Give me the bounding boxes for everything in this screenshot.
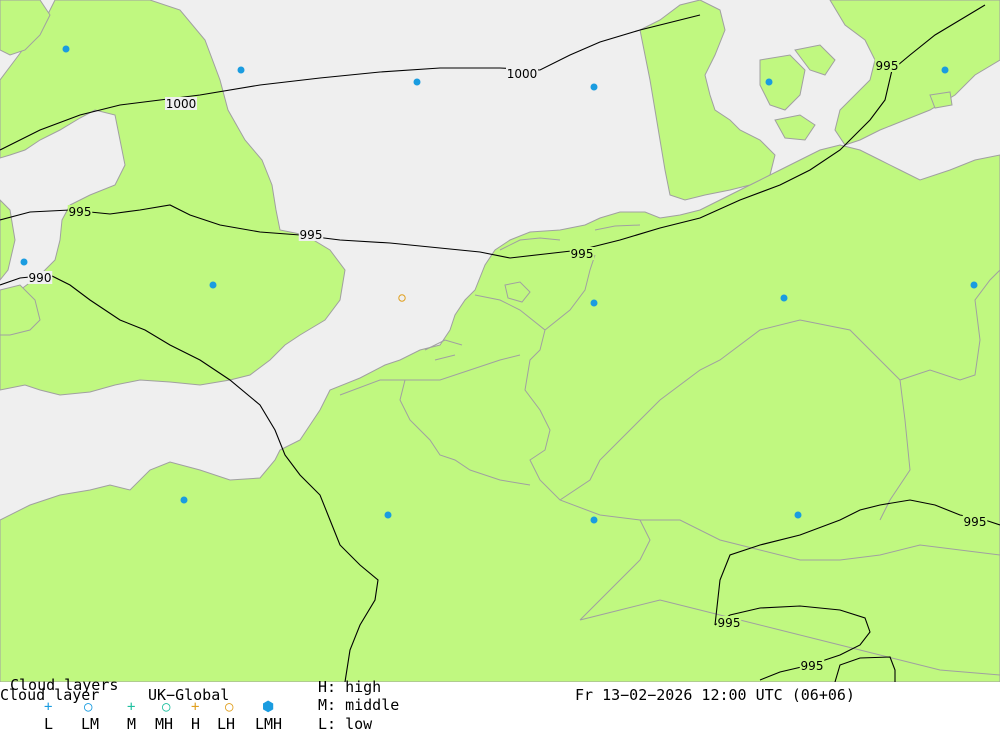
map-canvas: 1000 1000 995 995 995 990 995 995 995 995 (0, 0, 1000, 682)
legend-symbol-label: H (191, 715, 201, 733)
isobar-label: 995 (876, 59, 899, 73)
lmh-marker (765, 78, 773, 86)
legend-symbol-icon: ○ (84, 699, 93, 715)
isobar-label: 995 (571, 247, 594, 261)
lmh-marker (413, 78, 421, 86)
lmh-marker (237, 66, 245, 74)
lmh-marker (590, 299, 598, 307)
key-low: L: low (318, 715, 373, 733)
legend-symbol-label: LMH (255, 715, 283, 733)
legend-symbol-icon: + (127, 699, 136, 715)
lmh-marker (941, 66, 949, 74)
lmh-marker (20, 258, 28, 266)
lmh-marker (780, 294, 788, 302)
isobar-label: 995 (300, 228, 323, 242)
key-high: H: high (318, 678, 382, 696)
valid-time: Fr 13−02−2026 12:00 UTC (06+06) (575, 686, 855, 704)
lmh-marker (209, 281, 217, 289)
lmh-marker (384, 511, 392, 519)
legend-symbol-icon: ○ (162, 699, 171, 715)
legend-symbol-icon: + (191, 699, 200, 715)
lmh-marker (970, 281, 978, 289)
isobar-label: 995 (69, 205, 92, 219)
legend-symbol-label: LM (81, 715, 100, 733)
legend-symbol-label: M (127, 715, 137, 733)
lmh-marker (590, 83, 598, 91)
legend-symbol-label: MH (155, 715, 174, 733)
key-middle: M: middle (318, 696, 400, 714)
legend-symbol-icon: ○ (225, 699, 234, 715)
lmh-marker (590, 516, 598, 524)
isobar-label: 990 (29, 271, 52, 285)
weather-map[interactable]: 1000 1000 995 995 995 990 995 995 995 995 (0, 0, 1000, 682)
isobar-label: 995 (964, 515, 987, 529)
model-name: UK−Global (148, 686, 230, 704)
lmh-marker (180, 496, 188, 504)
legend-symbol-icon: ⬢ (262, 699, 275, 715)
isobar-label: 1000 (507, 67, 538, 81)
legend-symbol-icon: + (44, 699, 53, 715)
legend-symbol-label: L (44, 715, 54, 733)
lmh-marker (794, 511, 802, 519)
isobar-label: 1000 (166, 97, 197, 111)
isobar-label: 995 (718, 616, 741, 630)
legend-symbol-label: LH (217, 715, 236, 733)
isobar-label: 995 (801, 659, 824, 673)
lmh-marker (62, 45, 70, 53)
legend-footer: Cloud layers Cloud layer UK−Global H: hi… (0, 677, 1000, 733)
